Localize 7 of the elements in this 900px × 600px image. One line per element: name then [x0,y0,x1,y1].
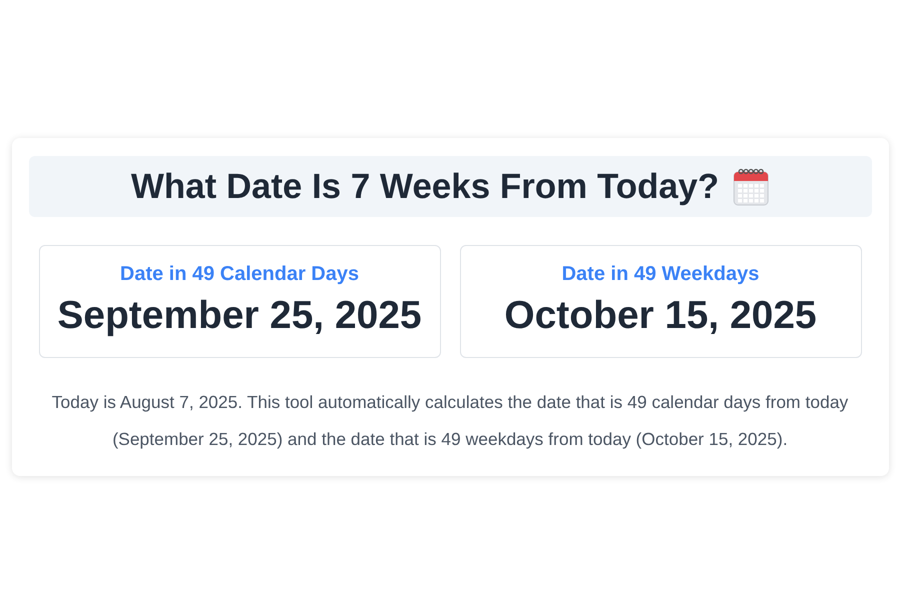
page-title: What Date Is 7 Weeks From Today? [130,166,719,206]
result-label: Date in 49 Weekdays [562,263,760,286]
result-date: October 15, 2025 [504,294,817,338]
description-text: Today is August 7, 2025. This tool automatically calculates the date that is 49 calendar days from today (September 25, 2025) and the date that is 49 weekdays from today (October 15, 2025). [50,391,850,451]
result-label: Date in 49 Calendar Days [120,263,359,286]
calendar-icon [733,168,769,206]
result-date: September 25, 2025 [57,294,422,338]
